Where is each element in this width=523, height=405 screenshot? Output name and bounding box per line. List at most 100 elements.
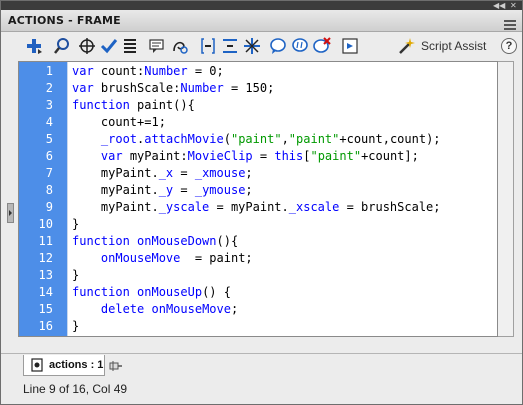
code-line[interactable]: myPaint._yscale = myPaint._xscale = brus…: [72, 199, 441, 216]
status-bar: Line 9 of 16, Col 49: [1, 378, 522, 404]
tab-actions-1[interactable]: actions : 1: [23, 355, 105, 376]
script-tab-bar: actions : 1: [1, 353, 522, 378]
add-statement-button[interactable]: [25, 37, 43, 55]
code-token: = 0;: [187, 64, 224, 78]
line-number-text: 8: [45, 183, 53, 197]
actions-panel: ◀◀ ✕ ACTIONS - FRAME Script Assist ? 1 2…: [0, 0, 523, 405]
code-line[interactable]: function onMouseDown(){: [72, 233, 238, 250]
code-token: paint(){: [129, 98, 195, 112]
code-token: _y: [158, 183, 174, 197]
show-code-hint-button[interactable]: [148, 37, 166, 55]
code-line[interactable]: var count:Number = 0;: [72, 63, 224, 80]
code-line[interactable]: function paint(){: [72, 97, 195, 114]
line-number-text: 7: [45, 166, 53, 180]
remove-comment-button[interactable]: [313, 37, 331, 55]
close-panel-icon[interactable]: ✕: [510, 1, 517, 10]
toolbox-collapse-handle[interactable]: [7, 203, 14, 223]
apply-line-comment-button[interactable]: [291, 37, 309, 55]
line-number-text: 4: [45, 115, 53, 129]
tab-label: actions : 1: [49, 359, 104, 371]
code-token: = paint;: [180, 251, 253, 265]
show-hide-toolbox-button[interactable]: [341, 37, 359, 55]
code-line[interactable]: count+=1;: [72, 114, 166, 131]
code-line[interactable]: var brushScale:Number = 150;: [72, 80, 274, 97]
panel-menu-icon[interactable]: [504, 15, 516, 30]
code-line[interactable]: var myPaint:MovieClip = this["paint"+cou…: [72, 148, 419, 165]
code-token: Number: [144, 64, 188, 78]
collapse-selection-icon: [223, 39, 237, 53]
code-token: "paint": [288, 132, 340, 146]
pin-script-button[interactable]: [109, 358, 123, 372]
code-token: var: [100, 149, 123, 163]
block-comment-icon: [270, 38, 286, 54]
lines-icon: [124, 39, 136, 53]
line-number-text: 11: [38, 234, 53, 248]
remove-comment-icon: [313, 37, 331, 53]
line-number-gutter: 1 2 3 4 5 6 7 8 9 10 11 12 13 14 15 16: [19, 62, 67, 336]
code-token: count+=1;: [72, 115, 166, 129]
debug-icon: [173, 41, 188, 54]
help-button[interactable]: ?: [501, 38, 517, 54]
checkmark-icon: [100, 39, 118, 54]
line-number: 12: [31, 250, 67, 267]
code-line[interactable]: }: [72, 267, 79, 284]
code-token: +count];: [361, 149, 419, 163]
code-token: this: [274, 149, 304, 163]
frame-script-icon: [31, 358, 43, 372]
code-line[interactable]: myPaint._x = _xmouse;: [72, 165, 253, 182]
check-syntax-button[interactable]: [100, 37, 118, 55]
code-token: Number: [180, 81, 224, 95]
code-token: myPaint.: [72, 200, 159, 214]
code-hint-icon: [149, 39, 164, 53]
panel-title-bar[interactable]: ACTIONS - FRAME: [1, 10, 522, 32]
code-token: = 150;: [223, 81, 275, 95]
line-number: 1: [31, 63, 67, 80]
line-number-text: 10: [38, 217, 53, 231]
code-token: var: [72, 64, 94, 78]
code-token: _yscale: [158, 200, 210, 214]
expand-all-button[interactable]: [243, 37, 261, 55]
line-number-text: 2: [45, 81, 53, 95]
debug-options-button[interactable]: [171, 37, 189, 55]
code-token: _x: [158, 166, 174, 180]
code-line[interactable]: _root.attachMovie("paint","paint"+count,…: [72, 131, 441, 148]
code-token: =: [173, 166, 195, 180]
line-number: 8: [31, 182, 67, 199]
code-line[interactable]: delete onMouseMove;: [72, 301, 238, 318]
code-token: "paint": [310, 149, 362, 163]
line-number-text: 12: [38, 251, 53, 265]
insert-target-path-button[interactable]: [78, 37, 96, 55]
code-line[interactable]: }: [72, 216, 79, 233]
collapse-between-braces-button[interactable]: [199, 37, 217, 55]
plus-icon: [27, 39, 42, 54]
line-number-text: 16: [38, 319, 53, 333]
code-line[interactable]: }: [72, 318, 79, 335]
expand-all-icon: [244, 38, 260, 54]
collapse-panel-icon[interactable]: ◀◀: [493, 1, 505, 10]
code-token: myPaint.: [72, 183, 159, 197]
auto-format-button[interactable]: [121, 37, 139, 55]
magnifier-icon: [54, 38, 69, 54]
code-token: function: [72, 234, 130, 248]
code-token: _xscale: [288, 200, 340, 214]
toolbox-icon: [342, 38, 358, 54]
code-token: onMouseDown: [137, 234, 217, 248]
code-token: function: [72, 98, 130, 112]
collapse-selection-button[interactable]: [221, 37, 239, 55]
find-button[interactable]: [53, 37, 71, 55]
apply-block-comment-button[interactable]: [269, 37, 287, 55]
line-number: 10: [31, 216, 67, 233]
line-number: 5: [31, 131, 67, 148]
code-token: _root: [100, 132, 138, 146]
line-number: 4: [31, 114, 67, 131]
code-line[interactable]: function onMouseUp() {: [72, 284, 231, 301]
code-line[interactable]: myPaint._y = _ymouse;: [72, 182, 253, 199]
script-assist-button[interactable]: Script Assist: [397, 37, 486, 55]
editor-vertical-scrollbar[interactable]: [498, 61, 514, 337]
script-editor[interactable]: 1 2 3 4 5 6 7 8 9 10 11 12 13 14 15 16 var count:Number…: [18, 61, 498, 337]
code-line[interactable]: onMouseMove = paint;: [72, 250, 253, 267]
line-number: 13: [31, 267, 67, 284]
